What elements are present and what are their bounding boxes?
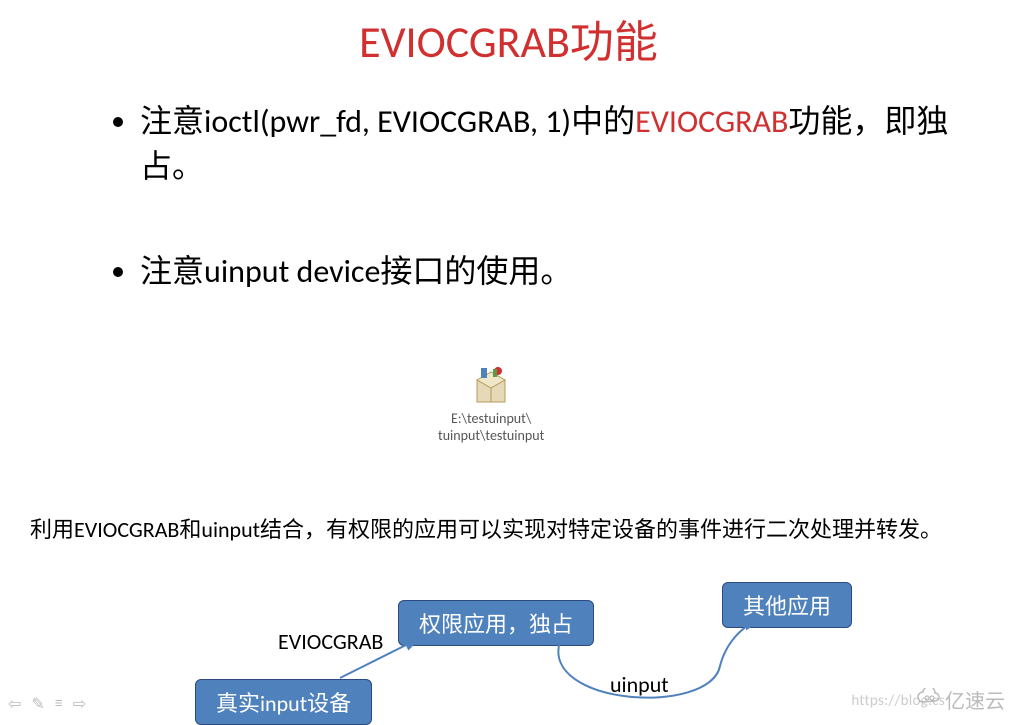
menu-icon[interactable]: ≡ [55,694,63,714]
prev-icon[interactable]: ⇦ [8,694,21,714]
file-label-line2: tuinput\testuinput [438,427,544,444]
pen-icon[interactable]: ✎ [31,694,44,714]
label-eviocgrab: EVIOCGRAB [278,628,383,655]
logo-text: 亿速云 [945,685,1005,714]
bullet-text-pre: 注意ioctl(pwr_fd, EVIOCGRAB, 1)中的 [140,102,635,141]
label-uinput: uinput [610,671,669,698]
file-label-line1: E:\testuinput\ [438,410,544,427]
package-icon [471,366,511,406]
cloud-icon [916,688,942,712]
slide: EVIOCGRAB功能 注意ioctl(pwr_fd, EVIOCGRAB, 1… [0,6,1017,720]
box-real-input-device: 真实input设备 [195,679,372,725]
bullet-text-pre: 注意uinput device接口的使用。 [140,252,572,291]
box-privileged-app: 权限应用，独占 [398,600,594,646]
slide-toolbar: ⇦ ✎ ≡ ⇨ [8,694,86,714]
box-other-app: 其他应用 [722,582,852,628]
bullet-text-red: EVIOCGRAB [635,102,788,141]
bullet-item: 注意ioctl(pwr_fd, EVIOCGRAB, 1)中的EVIOCGRAB… [140,100,957,190]
next-icon[interactable]: ⇨ [73,694,86,714]
bullet-list: 注意ioctl(pwr_fd, EVIOCGRAB, 1)中的EVIOCGRAB… [100,100,957,294]
embedded-file[interactable]: E:\testuinput\ tuinput\testuinput [438,366,544,444]
slide-title: EVIOCGRAB功能 [0,6,1017,70]
summary-text: 利用EVIOCGRAB和uinput结合，有权限的应用可以实现对特定设备的事件进… [30,514,987,546]
site-logo: 亿速云 [916,685,1005,714]
bullet-item: 注意uinput device接口的使用。 [140,250,957,295]
